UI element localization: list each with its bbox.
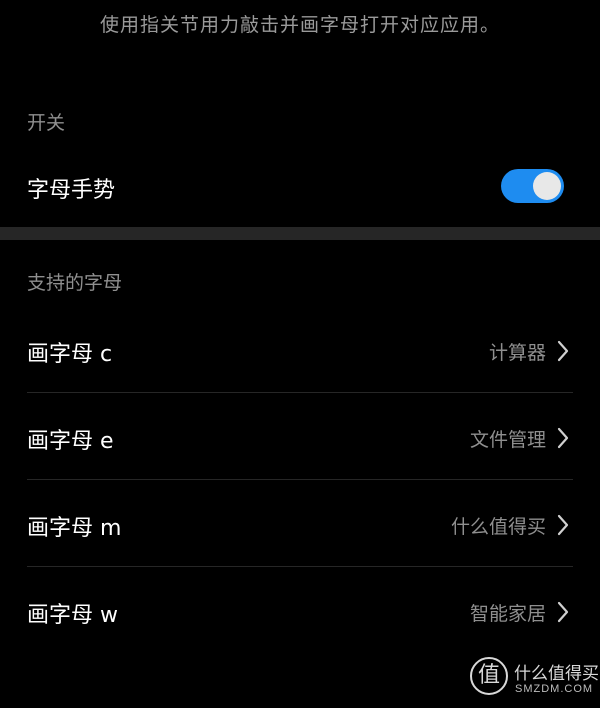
letter-row-e[interactable]: 画字母 e 文件管理 — [0, 393, 600, 480]
smzdm-logo-icon: 值 — [470, 657, 508, 695]
chevron-right-icon — [557, 514, 569, 536]
letter-row-title: 画字母 w — [27, 603, 118, 628]
section-label-switch: 开关 — [27, 112, 66, 134]
letter-gesture-row[interactable]: 字母手势 — [0, 152, 600, 220]
chevron-right-icon — [557, 340, 569, 362]
letter-row-app: 文件管理 — [469, 429, 546, 451]
smzdm-watermark: 值 什么值得买 SMZDM.COM — [470, 655, 599, 703]
switch-knob — [533, 172, 561, 200]
letter-row-w[interactable]: 画字母 w 智能家居 — [0, 567, 600, 654]
letter-gesture-label: 字母手势 — [27, 178, 116, 203]
letter-row-title: 画字母 c — [27, 342, 113, 367]
letter-gesture-switch[interactable] — [501, 169, 564, 203]
letter-row-app: 什么值得买 — [450, 516, 546, 538]
letter-row-app: 计算器 — [488, 342, 546, 364]
chevron-right-icon — [557, 427, 569, 449]
letter-row-m[interactable]: 画字母 m 什么值得买 — [0, 480, 600, 567]
letter-row-title: 画字母 m — [27, 516, 122, 541]
section-divider — [0, 227, 600, 240]
letter-row-app: 智能家居 — [469, 603, 546, 625]
letter-row-title: 画字母 e — [27, 429, 114, 454]
gesture-description: 使用指关节用力敲击并画字母打开对应应用。 — [99, 14, 500, 36]
section-label-supported-letters: 支持的字母 — [27, 272, 123, 294]
letter-list: 画字母 c 计算器 画字母 e 文件管理 画字母 m 什么值得买 画字母 w 智… — [0, 306, 600, 654]
letter-row-c[interactable]: 画字母 c 计算器 — [0, 306, 600, 393]
watermark-text-en: SMZDM.COM — [515, 683, 594, 695]
chevron-right-icon — [557, 601, 569, 623]
watermark-text-cn: 什么值得买 — [514, 664, 599, 684]
